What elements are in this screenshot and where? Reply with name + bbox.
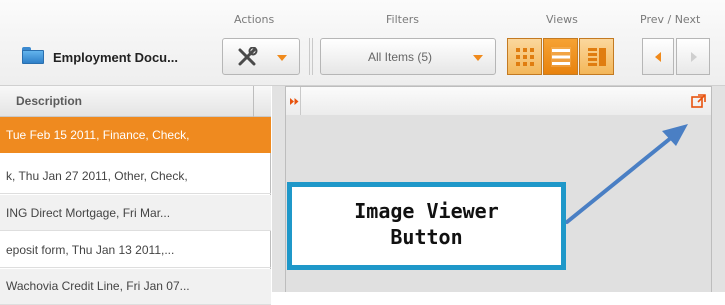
folder-title[interactable]: Employment Docu...	[53, 50, 178, 65]
row-description: Tue Feb 15 2011, Finance, Check,	[6, 128, 190, 142]
toolbar-divider	[309, 38, 310, 75]
detail-view-icon	[588, 48, 606, 66]
header-divider	[300, 87, 301, 117]
row-description: eposit form, Thu Jan 13 2011,...	[6, 243, 175, 257]
folder-icon	[22, 47, 44, 64]
callout-line-1: Image Viewer	[354, 199, 499, 223]
table-row[interactable]: Tue Feb 15 2011, Finance, Check,	[0, 117, 271, 153]
row-description: ING Direct Mortgage, Fri Mar...	[6, 206, 171, 220]
prev-button[interactable]	[642, 38, 674, 75]
viewer-header	[285, 86, 712, 117]
filter-value: All Items (5)	[368, 50, 433, 64]
double-chevron-right-icon[interactable]	[290, 97, 299, 106]
chevron-down-icon	[277, 55, 287, 61]
chevron-right-icon	[691, 52, 697, 62]
chevron-left-icon	[655, 52, 661, 62]
next-button[interactable]	[676, 38, 710, 75]
filter-dropdown[interactable]: All Items (5)	[320, 38, 496, 75]
row-description: k, Thu Jan 27 2011, Other, Check,	[6, 169, 188, 183]
table-row[interactable]: eposit form, Thu Jan 13 2011,...	[0, 232, 271, 268]
detail-view-button[interactable]	[579, 38, 614, 75]
document-list: Description Tue Feb 15 2011, Finance, Ch…	[0, 86, 271, 305]
callout-box: Image Viewer Button	[287, 182, 566, 270]
actions-dropdown-button[interactable]	[222, 38, 300, 75]
prev-next-group-label: Prev / Next	[640, 13, 701, 26]
actions-group-label: Actions	[234, 13, 275, 26]
toolbar: Actions Filters Views Prev / Next Employ…	[0, 0, 725, 86]
list-view-button[interactable]	[543, 38, 578, 75]
grid-view-button[interactable]	[507, 38, 542, 75]
grid-view-icon	[516, 48, 534, 66]
tools-icon	[238, 47, 258, 66]
table-row[interactable]: ING Direct Mortgage, Fri Mar...	[0, 195, 271, 231]
callout-line-2: Button	[390, 225, 463, 249]
list-header: Description	[0, 86, 271, 117]
column-header-description[interactable]: Description	[16, 94, 82, 108]
list-view-icon	[551, 47, 571, 67]
table-row[interactable]: Wachovia Credit Line, Fri Jan 07...	[0, 269, 271, 305]
table-row[interactable]: k, Thu Jan 27 2011, Other, Check,	[0, 158, 271, 194]
row-description: Wachovia Credit Line, Fri Jan 07...	[6, 279, 190, 293]
views-group-label: Views	[546, 13, 578, 26]
filters-group-label: Filters	[386, 13, 419, 26]
column-resize-handle[interactable]	[253, 86, 254, 117]
toolbar-divider	[312, 38, 313, 75]
popout-icon[interactable]	[691, 94, 706, 108]
chevron-down-icon	[473, 55, 483, 61]
